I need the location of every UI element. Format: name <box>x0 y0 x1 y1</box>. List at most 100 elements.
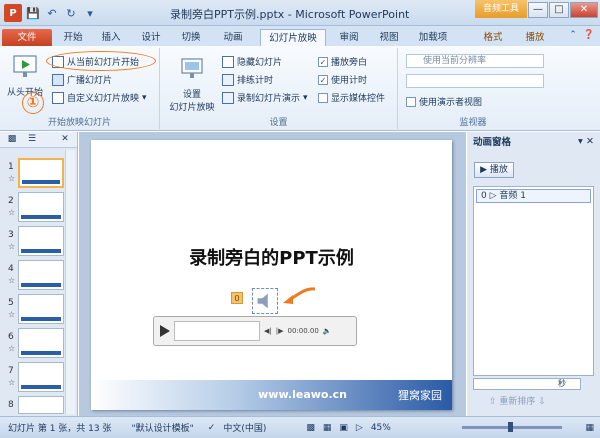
tab-animations[interactable]: 动画 <box>218 29 248 46</box>
tab-view[interactable]: 视图 <box>374 29 404 46</box>
broadcast-label: 广播幻灯片 <box>67 76 113 86</box>
use-timings-checkbox[interactable]: ✓ 使用计时 <box>318 72 367 87</box>
annotation-ellipse <box>46 51 156 71</box>
slide-thumbnail[interactable] <box>18 396 64 414</box>
spell-check-icon[interactable]: ✓ <box>208 423 216 433</box>
presenter-view-label: 使用演示者视图 <box>419 98 483 108</box>
slides-tab-icon[interactable]: ▩ <box>4 134 20 146</box>
checkbox-unchecked-icon <box>318 92 328 103</box>
minimize-button[interactable]: — <box>528 2 548 18</box>
close-icon[interactable]: ▾ ✕ <box>578 136 594 147</box>
current-slide[interactable]: 录制旁白的PPT示例 0 ◀| |▶ 00:00.00 🔈 www.leawo.… <box>91 140 452 410</box>
tab-transitions[interactable]: 切换 <box>176 29 206 46</box>
animation-pane-title: 动画窗格 <box>473 137 512 148</box>
tab-playback[interactable]: 播放 <box>520 29 550 46</box>
show-media-controls-checkbox[interactable]: 显示媒体控件 <box>318 90 385 105</box>
theme-name: "默认设计模板" <box>131 424 194 434</box>
outline-tab-icon[interactable]: ☰ <box>24 134 40 146</box>
play-button[interactable]: ▶ 播放 <box>474 162 514 178</box>
normal-view-icon[interactable]: ▩ <box>306 423 315 433</box>
animation-pane: 动画窗格 ▾ ✕ ▶ 播放 0 ▷ 音频 1 秒 ⇧ 重新排序 ⇩ <box>467 132 600 416</box>
zoom-slider[interactable] <box>462 422 562 432</box>
audio-tools-context-tab: 音频工具 <box>475 0 527 18</box>
tab-add-ins[interactable]: 加载项 <box>412 29 454 46</box>
play-narrations-label: 播放旁白 <box>331 58 368 68</box>
tab-review[interactable]: 审阅 <box>334 29 364 46</box>
start-group-label: 开始放映幻灯片 <box>47 118 111 128</box>
record-slide-show-button[interactable]: 录制幻灯片演示 ▾ <box>222 90 308 105</box>
custom-slide-show-button[interactable]: 自定义幻灯片放映 ▾ <box>52 90 147 105</box>
tab-design[interactable]: 设计 <box>136 29 166 46</box>
rehearse-timings-button[interactable]: 排练计时 <box>222 72 273 87</box>
custom-show-icon <box>52 91 64 104</box>
language[interactable]: 中文(中国) <box>223 421 266 434</box>
play-icon[interactable] <box>160 325 170 337</box>
from-beginning-button[interactable]: 从头开始 <box>4 52 46 98</box>
slide-thumbnail[interactable] <box>18 362 64 392</box>
slideshow-view-icon[interactable]: ▷ <box>356 423 363 433</box>
customize-qat-icon[interactable]: ▾ <box>82 5 98 21</box>
help-icon[interactable]: ❓ <box>582 30 596 44</box>
animation-star-icon: ☆ <box>8 208 16 217</box>
hide-slide-icon <box>222 55 234 68</box>
slide-thumbnail[interactable] <box>18 226 64 256</box>
animation-pane-header: 动画窗格 ▾ ✕ <box>467 132 600 150</box>
slide-number: 4 <box>8 264 14 274</box>
seconds-dropdown[interactable]: 秒 <box>473 378 581 390</box>
window-controls: — □ ✕ <box>528 2 598 18</box>
zoom-slider-thumb[interactable] <box>508 422 513 432</box>
forward-icon[interactable]: |▶ <box>276 327 284 335</box>
animation-list: 0 ▷ 音频 1 <box>473 186 594 376</box>
tab-insert[interactable]: 插入 <box>96 29 126 46</box>
resolution-select[interactable]: 使用当前分辨率 <box>406 54 544 68</box>
ribbon: 从头开始 从当前幻灯片开始 广播幻灯片 自定义幻灯片放映 ▾ 开始放映幻灯片 设… <box>0 46 600 131</box>
tab-format[interactable]: 格式 <box>478 29 508 46</box>
minimize-ribbon-icon[interactable]: ⌃ <box>566 30 580 44</box>
speaker-icon[interactable] <box>252 288 278 314</box>
save-icon[interactable]: 💾 <box>25 5 41 21</box>
volume-icon[interactable]: 🔈 <box>323 327 332 335</box>
slide-title[interactable]: 录制旁白的PPT示例 <box>91 244 452 270</box>
hide-slide-label: 隐藏幻灯片 <box>237 58 283 68</box>
set-up-slide-show-button[interactable]: 设置 幻灯片放映 <box>166 54 218 113</box>
zoom-level[interactable]: 45% <box>371 423 391 433</box>
slide-thumbnail[interactable] <box>18 192 64 222</box>
orange-arrow-icon <box>283 287 316 304</box>
animation-star-icon: ☆ <box>8 242 16 251</box>
tab-home[interactable]: 开始 <box>58 29 88 46</box>
slideshow-from-beginning-icon <box>13 55 37 77</box>
slide-url: www.leawo.cn <box>258 388 347 401</box>
presenter-view-checkbox[interactable]: 使用演示者视图 <box>406 94 482 109</box>
close-button[interactable]: ✕ <box>570 2 598 18</box>
slide-number: 3 <box>8 230 14 240</box>
show-on-select[interactable] <box>406 74 544 88</box>
set-up-group-label: 设置 <box>269 118 288 128</box>
slide-thumbnail[interactable] <box>18 294 64 324</box>
play-narrations-checkbox[interactable]: ✓ 播放旁白 <box>318 54 367 69</box>
rehearse-icon <box>222 73 234 86</box>
slide-thumbnail[interactable] <box>18 328 64 358</box>
reading-view-icon[interactable]: ▣ <box>339 423 348 433</box>
tab-file[interactable]: 文件 <box>2 29 52 46</box>
rewind-icon[interactable]: ◀| <box>264 327 272 335</box>
reorder-control: ⇧ 重新排序 ⇩ <box>489 397 546 407</box>
animation-order-tag: 0 <box>231 292 243 304</box>
redo-icon[interactable]: ↻ <box>63 5 79 21</box>
close-icon[interactable]: ✕ <box>57 134 73 146</box>
powerpoint-logo-icon[interactable]: P <box>4 4 22 22</box>
sorter-view-icon[interactable]: ▦ <box>323 423 332 433</box>
slide-thumbnail[interactable] <box>18 158 64 188</box>
tab-slide-show[interactable]: 幻灯片放映 <box>260 29 326 46</box>
hide-slide-button[interactable]: 隐藏幻灯片 <box>222 54 282 69</box>
fit-to-window-icon[interactable]: ▦ <box>585 423 594 433</box>
animation-star-icon: ☆ <box>8 174 16 183</box>
list-item[interactable]: 0 ▷ 音频 1 <box>476 189 591 203</box>
slides-scrollbar[interactable] <box>65 150 75 414</box>
seek-bar[interactable] <box>174 321 260 341</box>
maximize-button[interactable]: □ <box>549 2 569 18</box>
slide-thumbnail[interactable] <box>18 260 64 290</box>
broadcast-slide-show-button[interactable]: 广播幻灯片 <box>52 72 112 87</box>
set-up-show-label-1: 设置 <box>182 90 201 100</box>
audio-player: ◀| |▶ 00:00.00 🔈 <box>153 316 357 346</box>
undo-icon[interactable]: ↶ <box>44 5 60 21</box>
